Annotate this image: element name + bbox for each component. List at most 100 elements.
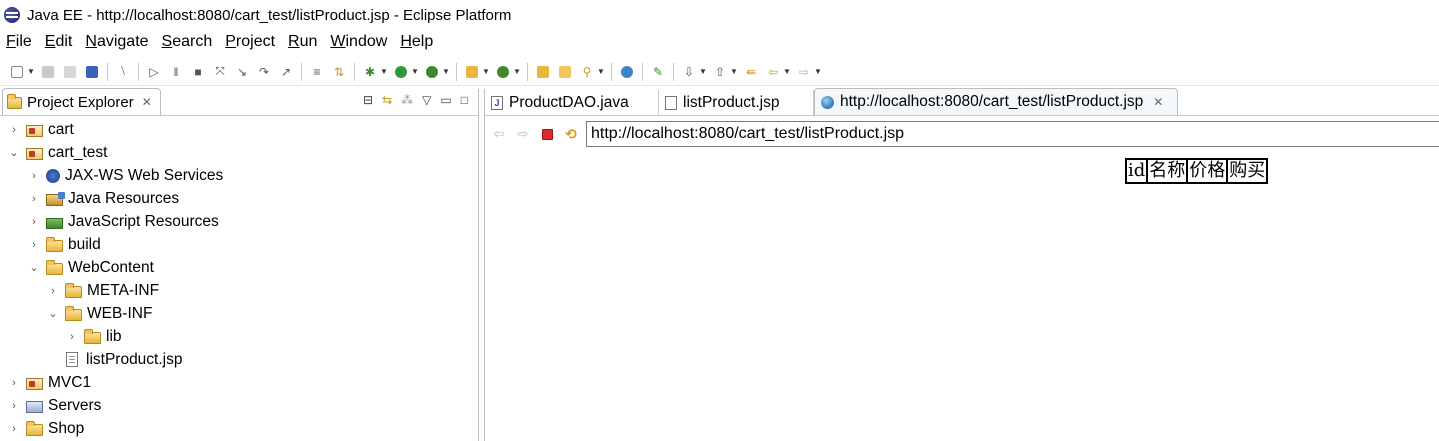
previous-annotation-dropdown-icon[interactable]: ▼ xyxy=(730,64,738,80)
next-annotation-icon[interactable]: ⇩ xyxy=(681,64,697,80)
filters-icon[interactable]: ⁂ xyxy=(401,93,413,107)
back-icon[interactable]: ⇦ xyxy=(765,64,781,80)
toolbar-separator xyxy=(673,62,674,81)
forward-arrow-icon[interactable]: ⇨ xyxy=(515,126,531,142)
tab-listproduct-jsp[interactable]: listProduct.jsp xyxy=(659,90,814,115)
tree-item-servers[interactable]: › Servers xyxy=(0,394,478,417)
new-java-class-dropdown-icon[interactable]: ▼ xyxy=(513,64,521,80)
tree-item-javascript-resources[interactable]: › JavaScript Resources xyxy=(0,210,478,233)
expand-icon[interactable]: › xyxy=(28,193,40,205)
external-tools-icon[interactable] xyxy=(424,64,440,80)
tab-label: Project Explorer xyxy=(27,93,134,111)
run-dropdown-icon[interactable]: ▼ xyxy=(411,64,419,80)
forward-icon[interactable]: ⇨ xyxy=(796,64,812,80)
tab-project-explorer[interactable]: Project Explorer ✕ xyxy=(2,88,161,115)
back-dropdown-icon[interactable]: ▼ xyxy=(783,64,791,80)
menu-help[interactable]: Help xyxy=(400,33,433,51)
globe-icon xyxy=(821,95,834,109)
terminate-icon[interactable]: ■ xyxy=(190,64,206,80)
close-icon[interactable]: ✕ xyxy=(1153,95,1163,109)
tree-item-lib[interactable]: › lib xyxy=(0,325,478,348)
expand-icon[interactable]: › xyxy=(8,377,20,389)
new-java-project-dropdown-icon[interactable]: ▼ xyxy=(482,64,490,80)
previous-annotation-icon[interactable]: ⇧ xyxy=(712,64,728,80)
tree-item-listproduct-jsp[interactable]: listProduct.jsp xyxy=(0,348,478,371)
search-icon[interactable]: ⚲ xyxy=(579,64,595,80)
new-java-project-icon[interactable] xyxy=(464,64,480,80)
resume-icon[interactable]: ▷ xyxy=(146,64,162,80)
forward-dropdown-icon[interactable]: ▼ xyxy=(814,64,822,80)
tree-item-build[interactable]: › build xyxy=(0,233,478,256)
run-icon[interactable] xyxy=(393,64,409,80)
menu-project[interactable]: Project xyxy=(225,33,275,51)
suspend-icon[interactable]: ‖ xyxy=(168,64,184,80)
next-annotation-dropdown-icon[interactable]: ▼ xyxy=(699,64,707,80)
use-step-filters-icon[interactable]: ≡ xyxy=(309,64,325,80)
debug-icon[interactable]: ✱ xyxy=(362,64,378,80)
expand-icon[interactable]: › xyxy=(66,331,78,343)
project-icon xyxy=(26,377,43,390)
toolbar-separator xyxy=(456,62,457,81)
last-edit-location-icon[interactable]: ⇚ xyxy=(743,64,759,80)
open-web-browser-icon[interactable] xyxy=(619,64,635,80)
tab-productdao-java[interactable]: J ProductDAO.java xyxy=(485,90,659,115)
external-tools-dropdown-icon[interactable]: ▼ xyxy=(442,64,450,80)
view-menu-icon[interactable]: ▽ xyxy=(422,93,431,107)
menu-run[interactable]: Run xyxy=(288,33,317,51)
tree-item-meta-inf[interactable]: › META-INF xyxy=(0,279,478,302)
drop-to-frame-icon[interactable]: ⇅ xyxy=(331,64,347,80)
debug-dropdown-icon[interactable]: ▼ xyxy=(380,64,388,80)
new-java-class-icon[interactable] xyxy=(495,64,511,80)
collapse-all-icon[interactable]: ⊟ xyxy=(363,93,373,107)
tree-item-web-inf[interactable]: ⌄ WEB-INF xyxy=(0,302,478,325)
toggle-mark-occurrences-icon[interactable]: ✎ xyxy=(650,64,666,80)
step-into-icon[interactable]: ↘ xyxy=(234,64,250,80)
menu-file[interactable]: File xyxy=(6,33,32,51)
collapse-icon[interactable]: ⌄ xyxy=(8,146,20,159)
expand-icon[interactable]: › xyxy=(28,239,40,251)
console-icon[interactable] xyxy=(84,64,100,80)
disconnect-icon[interactable]: ⤧ xyxy=(212,64,228,80)
skip-breakpoints-icon[interactable]: ⧵ xyxy=(115,64,131,80)
search-dropdown-icon[interactable]: ▼ xyxy=(597,64,605,80)
menu-navigate[interactable]: Navigate xyxy=(85,33,148,51)
tree-item-cart-test[interactable]: ⌄ cart_test xyxy=(0,141,478,164)
menu-edit[interactable]: Edit xyxy=(45,33,73,51)
new-dropdown-icon[interactable]: ▼ xyxy=(27,64,35,80)
step-over-icon[interactable]: ↷ xyxy=(256,64,272,80)
new-icon[interactable] xyxy=(9,64,25,80)
menu-window[interactable]: Window xyxy=(330,33,387,51)
minimize-icon[interactable]: ▭ xyxy=(440,93,451,107)
refresh-icon[interactable]: ⟲ xyxy=(563,126,579,142)
close-icon[interactable]: ✕ xyxy=(142,95,152,109)
tree-item-java-resources[interactable]: › Java Resources xyxy=(0,187,478,210)
open-type-icon[interactable] xyxy=(535,64,551,80)
expand-icon[interactable]: › xyxy=(8,423,20,435)
java-file-icon: J xyxy=(491,95,503,110)
tree-item-cart[interactable]: › cart xyxy=(0,118,478,141)
toolbar-separator xyxy=(527,62,528,81)
tab-browser-listproduct[interactable]: http://localhost:8080/cart_test/listProd… xyxy=(814,88,1179,115)
collapse-icon[interactable]: ⌄ xyxy=(28,261,40,274)
tree-item-webcontent[interactable]: ⌄ WebContent xyxy=(0,256,478,279)
save-all-icon[interactable] xyxy=(62,64,78,80)
stop-icon[interactable] xyxy=(539,126,555,142)
save-icon[interactable] xyxy=(40,64,56,80)
expand-icon[interactable]: › xyxy=(8,400,20,412)
folder-icon xyxy=(46,236,63,252)
back-arrow-icon[interactable]: ⇦ xyxy=(491,126,507,142)
url-input[interactable]: http://localhost:8080/cart_test/listProd… xyxy=(586,121,1439,147)
tree-item-shop[interactable]: › Shop xyxy=(0,417,478,440)
expand-icon[interactable]: › xyxy=(8,124,20,136)
expand-icon[interactable]: › xyxy=(28,170,40,182)
step-return-icon[interactable]: ↗ xyxy=(278,64,294,80)
tree-item-mvc1[interactable]: › MVC1 xyxy=(0,371,478,394)
expand-icon[interactable]: › xyxy=(47,285,59,297)
collapse-icon[interactable]: ⌄ xyxy=(47,307,59,320)
open-task-icon[interactable] xyxy=(557,64,573,80)
menu-search[interactable]: Search xyxy=(162,33,213,51)
link-with-editor-icon[interactable]: ⇆ xyxy=(382,93,392,107)
expand-icon[interactable]: › xyxy=(28,216,40,228)
tree-item-jax-ws[interactable]: › JAX-WS Web Services xyxy=(0,164,478,187)
maximize-icon[interactable]: □ xyxy=(461,93,468,107)
